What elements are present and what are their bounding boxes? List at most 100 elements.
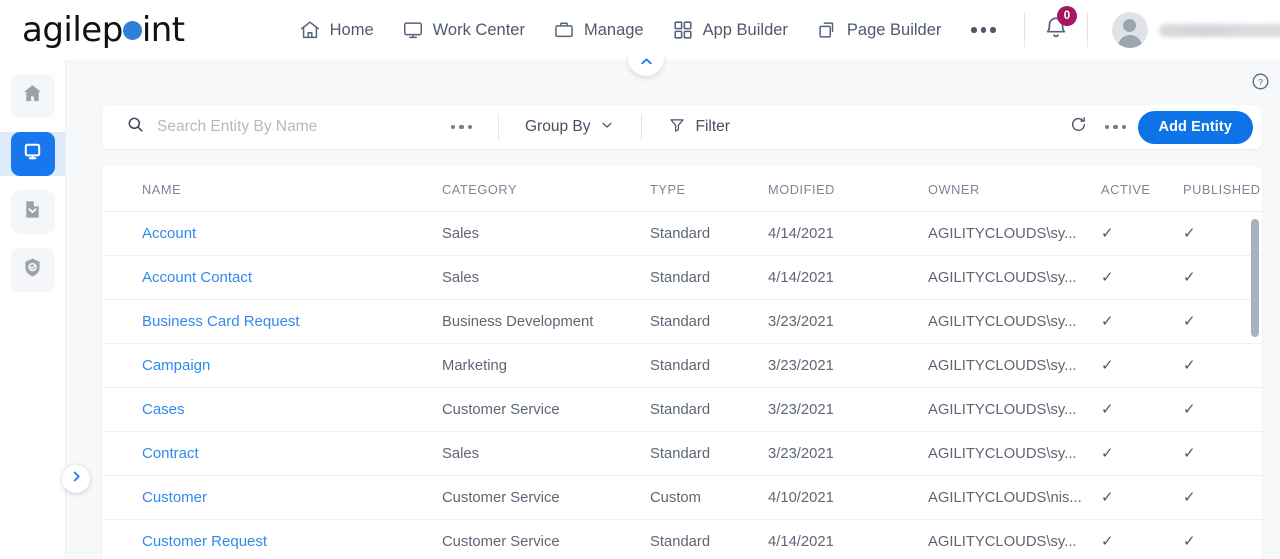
table-row[interactable]: Cases Customer Service Standard 3/23/2021 AG… — [102, 387, 1262, 432]
entity-link[interactable]: Contract — [142, 445, 199, 462]
add-entity-button[interactable]: Add Entity — [1137, 110, 1253, 144]
nav-label-home: Home — [329, 20, 374, 39]
nav-more-button[interactable] — [955, 21, 1012, 39]
dot-2 — [980, 27, 987, 33]
table-row[interactable]: Account Contact Sales Standard 4/14/2021 AGI… — [102, 255, 1262, 300]
chevron-up-icon — [638, 53, 655, 75]
avatar — [1111, 12, 1148, 48]
cell-type: Standard — [650, 211, 768, 256]
sidebar-documents-button[interactable] — [10, 190, 55, 234]
home-icon — [299, 19, 321, 41]
refresh-button[interactable] — [1062, 110, 1096, 144]
sidebar-item-security[interactable] — [0, 248, 65, 292]
user-name — [1158, 23, 1280, 37]
nav-item-page-builder[interactable]: Page Builder — [802, 13, 955, 47]
column-header-owner[interactable]: OWNER — [928, 166, 1101, 212]
filter-button[interactable]: Filter — [668, 116, 730, 139]
scrollbar-thumb[interactable] — [1251, 219, 1259, 337]
search-more-button[interactable] — [450, 124, 472, 130]
nav-item-app-builder[interactable]: App Builder — [658, 13, 802, 47]
chevron-down-icon — [599, 117, 615, 138]
cell-owner: AGILITYCLOUDS\sy... — [928, 299, 1101, 344]
notifications-button[interactable]: 0 — [1043, 5, 1077, 46]
cell-modified: 3/23/2021 — [768, 387, 928, 432]
entity-link[interactable]: Customer — [142, 489, 207, 506]
entity-link[interactable]: Account — [142, 225, 196, 242]
dot-1 — [1104, 124, 1110, 130]
top-navigation-bar: agilep int Home Work Center Manage App B… — [0, 0, 1280, 60]
main-content: ? Group By — [66, 60, 1280, 559]
cell-owner: AGILITYCLOUDS\nis... — [928, 475, 1101, 520]
help-icon[interactable]: ? — [1251, 72, 1270, 91]
column-header-name[interactable]: NAME — [102, 166, 442, 212]
table-head: NAME CATEGORY TYPE MODIFIED OWNER ACTIVE… — [102, 166, 1262, 212]
sidebar-security-button[interactable] — [10, 248, 55, 292]
cell-modified: 4/14/2021 — [768, 519, 928, 559]
logo-dot-icon — [122, 21, 142, 40]
cell-category: Sales — [442, 211, 650, 256]
entity-link[interactable]: Customer Request — [142, 533, 267, 550]
filter-icon — [668, 116, 686, 139]
search-container — [102, 115, 472, 139]
cell-category: Business Development — [442, 299, 650, 344]
table-row[interactable]: Customer Request Customer Service Standard… — [102, 519, 1262, 559]
group-by-dropdown[interactable]: Group By — [525, 117, 615, 138]
table-row[interactable]: Campaign Marketing Standard 3/23/2021 AGILIT… — [102, 343, 1262, 388]
table-row[interactable]: Account Sales Standard 4/14/2021 AGILITYCLOU… — [102, 211, 1262, 256]
cell-active: ✓ — [1101, 255, 1183, 300]
column-header-modified[interactable]: MODIFIED — [768, 166, 928, 212]
nav-label-manage: Manage — [583, 20, 644, 39]
cell-active: ✓ — [1101, 431, 1183, 476]
cell-modified: 3/23/2021 — [768, 343, 928, 388]
cell-name: Account Contact — [102, 255, 442, 300]
dot-1 — [450, 124, 455, 130]
nav-label-page-builder: Page Builder — [846, 20, 942, 39]
column-header-category[interactable]: CATEGORY — [442, 166, 650, 212]
sidebar-entities-button[interactable] — [10, 132, 55, 176]
monitor-icon — [21, 140, 44, 168]
cell-owner: AGILITYCLOUDS\sy... — [928, 387, 1101, 432]
home-icon — [21, 82, 44, 110]
dot-2 — [1113, 124, 1118, 130]
logo-text-part1: agilep — [22, 10, 123, 50]
toolbar-more-button[interactable] — [1096, 110, 1130, 144]
cell-active: ✓ — [1101, 343, 1183, 388]
search-input[interactable] — [157, 118, 445, 136]
cell-owner: AGILITYCLOUDS\sy... — [928, 211, 1101, 256]
entity-link[interactable]: Campaign — [142, 357, 210, 374]
grid-icon — [672, 19, 694, 41]
copy-icon — [816, 19, 838, 41]
table-scrollbar[interactable] — [1251, 219, 1259, 559]
cell-active: ✓ — [1101, 211, 1183, 256]
sidebar-item-entities[interactable] — [0, 132, 65, 176]
user-menu[interactable] — [1111, 12, 1280, 48]
sidebar-item-home[interactable] — [0, 74, 65, 118]
column-header-type[interactable]: TYPE — [650, 166, 768, 212]
entity-link[interactable]: Cases — [142, 401, 185, 418]
cell-category: Customer Service — [442, 519, 650, 559]
cell-name: Campaign — [102, 343, 442, 388]
cell-modified: 4/10/2021 — [768, 475, 928, 520]
sidebar-item-documents[interactable] — [0, 190, 65, 234]
table-row[interactable]: Customer Customer Service Custom 4/10/2021 A… — [102, 475, 1262, 520]
nav-item-work-center[interactable]: Work Center — [388, 13, 539, 47]
table-row[interactable]: Business Card Request Business Developmen… — [102, 299, 1262, 344]
sidebar-home-button[interactable] — [10, 74, 55, 118]
cell-modified: 4/14/2021 — [768, 255, 928, 300]
left-rail — [0, 60, 90, 559]
cell-name: Business Card Request — [102, 299, 442, 344]
nav-label-work-center: Work Center — [432, 20, 525, 39]
entity-link[interactable]: Account Contact — [142, 269, 252, 286]
column-header-active[interactable]: ACTIVE — [1101, 166, 1183, 212]
nav-item-home[interactable]: Home — [285, 13, 388, 47]
table-row[interactable]: Contract Sales Standard 3/23/2021 AGILITYCLO… — [102, 431, 1262, 476]
entity-link[interactable]: Business Card Request — [142, 313, 300, 330]
agilepoint-logo[interactable]: agilep int — [22, 10, 185, 50]
entity-toolbar: Group By Filter — [102, 105, 1262, 149]
nav-item-manage[interactable]: Manage — [539, 13, 658, 47]
expand-sidebar-button[interactable] — [62, 465, 90, 493]
cell-owner: AGILITYCLOUDS\sy... — [928, 343, 1101, 388]
dot-1 — [971, 27, 977, 33]
column-header-published[interactable]: PUBLISHED — [1183, 166, 1262, 212]
dot-3 — [1121, 124, 1127, 130]
